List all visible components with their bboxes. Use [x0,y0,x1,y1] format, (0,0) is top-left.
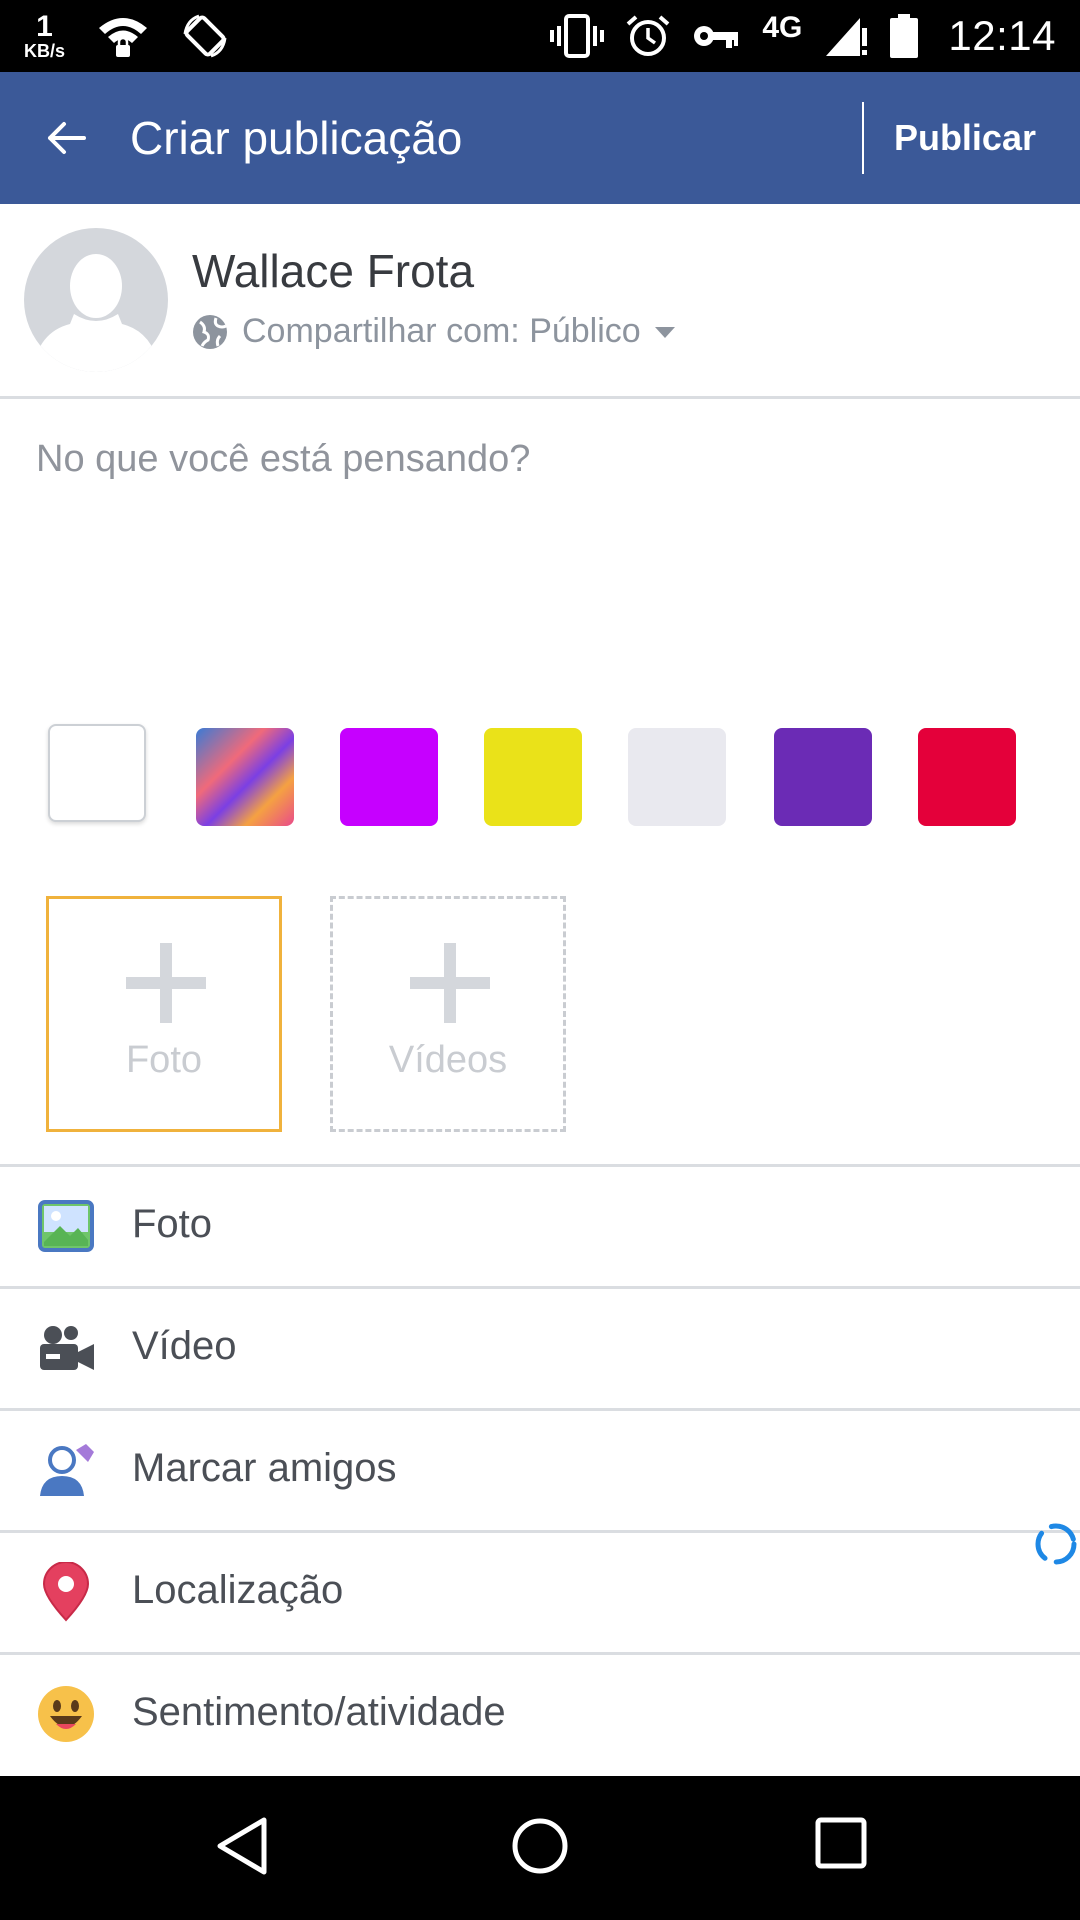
privacy-selector[interactable]: Compartilhar com: Público [192,312,675,351]
alarm-icon [627,15,670,56]
option-location[interactable]: Localização [0,1530,1080,1650]
network-type: 4G [762,11,803,44]
add-video-label: Vídeos [388,1039,508,1081]
privacy-label: Compartilhar com: Público [242,312,641,350]
swatch-light-gray-pattern[interactable] [628,728,726,826]
back-arrow-icon[interactable] [44,116,88,160]
option-tag-friends[interactable]: Marcar amigos [0,1408,1080,1528]
option-label: Sentimento/atividade [132,1690,506,1734]
avatar[interactable] [24,228,168,372]
add-photo-button[interactable]: Foto [46,896,282,1132]
option-label: Vídeo [132,1324,237,1368]
plus-icon [410,943,490,1023]
swatch-magenta[interactable] [340,728,438,826]
wifi-lock-icon [99,18,148,57]
swatch-red[interactable] [918,728,1016,826]
status-bar: 1 KB/s 4G 12:14 [0,0,1080,72]
default-avatar-silhouette-icon [32,254,160,372]
network-speed: 1 KB/s [24,10,66,61]
swatch-white[interactable] [48,724,146,822]
clock: 12:14 [948,12,1056,59]
swatch-purple-pattern[interactable] [774,728,872,826]
plus-icon [126,943,206,1023]
background-picker [48,724,1028,826]
page-title: Criar publicação [130,112,463,164]
loading-spinner-icon [1035,1523,1077,1565]
swatch-yellow-pattern[interactable] [484,728,582,826]
publish-button[interactable]: Publicar [894,72,1036,204]
option-feeling[interactable]: Sentimento/atividade [0,1652,1080,1772]
option-label: Foto [132,1202,213,1246]
option-photo[interactable]: Foto [0,1164,1080,1284]
photo-icon [38,1200,94,1252]
globe-icon [193,314,227,349]
option-label: Localização [132,1568,344,1612]
add-photo-label: Foto [125,1039,203,1081]
option-label: Marcar amigos [132,1446,397,1490]
nav-home-icon[interactable] [510,1816,570,1876]
vibrate-icon [550,14,605,58]
divider [0,396,1080,399]
app-bar-divider [862,102,864,174]
battery-icon [890,14,919,58]
swatch-colorful-bubbles[interactable] [196,728,294,826]
tag-friends-icon [40,1444,94,1496]
post-text-input[interactable]: No que você está pensando? [36,438,530,481]
network-speed-value: 1 [36,10,53,43]
location-pin-icon [42,1562,90,1622]
system-nav-bar [0,1776,1080,1920]
signal-icon [826,18,868,56]
auto-rotate-icon [183,14,227,58]
video-camera-icon [40,1326,94,1370]
nav-recents-icon[interactable] [814,1816,868,1870]
smiley-icon [38,1686,94,1742]
user-name[interactable]: Wallace Frota [192,244,474,298]
vpn-key-icon [694,26,739,48]
network-speed-unit: KB/s [24,41,66,61]
caret-down-icon [654,326,675,338]
option-video[interactable]: Vídeo [0,1286,1080,1406]
add-video-button[interactable]: Vídeos [330,896,566,1132]
nav-back-icon[interactable] [214,1816,270,1876]
app-bar: Criar publicação Publicar [0,72,1080,204]
